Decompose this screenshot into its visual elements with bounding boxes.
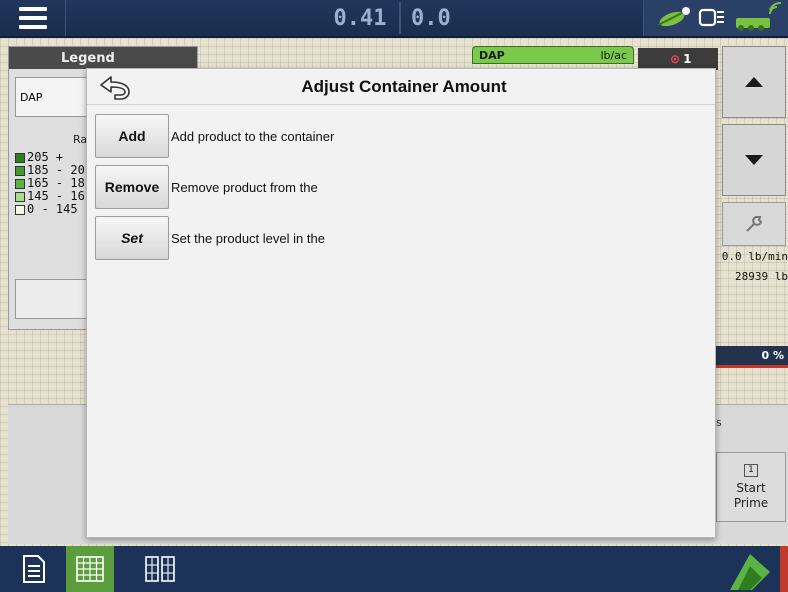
map-product-tab[interactable]: DAP lb/ac bbox=[472, 46, 634, 64]
summary-view-button[interactable] bbox=[10, 546, 58, 592]
gps-satellite-icon bbox=[657, 7, 690, 27]
legend-range-label: 0 - 145 bbox=[27, 202, 78, 216]
legend-range-list: 205 + 185 - 20 165 - 18 145 - 16 0 - 145 bbox=[15, 151, 85, 216]
arrow-down-icon bbox=[745, 155, 763, 165]
display-connection-icon bbox=[698, 8, 724, 27]
grid-icon bbox=[76, 556, 104, 582]
rate-down-button[interactable] bbox=[722, 124, 786, 196]
right-control-column bbox=[722, 46, 788, 246]
legend-swatch bbox=[15, 178, 25, 189]
option-row-add: Add Add product to the container bbox=[95, 114, 334, 158]
flow-rate-readout: 0.0 lb/min bbox=[721, 250, 788, 263]
prime-number-badge: 1 bbox=[744, 463, 758, 477]
back-button[interactable] bbox=[93, 73, 137, 103]
prime-label-line1: Start bbox=[736, 480, 766, 495]
add-button[interactable]: Add bbox=[95, 114, 169, 158]
remove-button[interactable]: Remove bbox=[95, 165, 169, 209]
back-arrow-icon bbox=[100, 76, 130, 100]
dialog-title: Adjust Container Amount bbox=[301, 76, 507, 96]
hamburger-menu-icon[interactable] bbox=[0, 0, 66, 36]
map-tab-product: DAP bbox=[479, 48, 505, 62]
map-tab-unit: lb/ac bbox=[600, 48, 627, 62]
alarm-indicator[interactable]: ⊙ 1 bbox=[638, 48, 718, 70]
legend-product-select[interactable]: DAP bbox=[15, 77, 89, 117]
set-description: Set the product level in the bbox=[171, 230, 325, 246]
product-settings-button[interactable] bbox=[722, 202, 786, 246]
truncated-label: s bbox=[716, 416, 722, 429]
alarm-count: 1 bbox=[683, 52, 692, 66]
legend-swatch bbox=[15, 165, 25, 176]
run-status-area[interactable] bbox=[722, 546, 788, 592]
remove-description: Remove product from the bbox=[171, 179, 318, 195]
dialog-header: Adjust Container Amount bbox=[87, 69, 715, 105]
wrench-icon bbox=[746, 216, 763, 232]
split-view-button[interactable] bbox=[136, 546, 184, 592]
legend-row: 0 - 145 bbox=[15, 203, 85, 216]
legend-swatch bbox=[15, 204, 25, 215]
field-run-icon bbox=[730, 546, 788, 592]
implement-signal-icon bbox=[736, 1, 782, 31]
alarm-icon: ⊙ bbox=[670, 52, 681, 66]
legend-swatch bbox=[15, 191, 25, 202]
applied-rate-readout: 0.41 bbox=[333, 5, 387, 31]
start-prime-button[interactable]: 1 Start Prime bbox=[716, 452, 786, 522]
target-rate-readout: 0.0 bbox=[399, 2, 479, 34]
container-weight-readout: 28939 lb bbox=[735, 270, 788, 283]
option-row-set: Set Set the product level in the bbox=[95, 216, 325, 260]
split-grid-icon bbox=[145, 556, 175, 582]
document-icon bbox=[23, 555, 45, 583]
arrow-up-icon bbox=[745, 77, 763, 87]
adjust-container-dialog: Adjust Container Amount Add Add product … bbox=[86, 68, 716, 538]
container-level-bar: 0 % bbox=[716, 346, 788, 368]
set-button[interactable]: Set bbox=[95, 216, 169, 260]
legend-swatch bbox=[15, 152, 25, 163]
legend-title: Legend bbox=[9, 47, 197, 69]
rate-up-button[interactable] bbox=[722, 46, 786, 118]
option-row-remove: Remove Remove product from the bbox=[95, 165, 318, 209]
top-status-bar: 0.41 0.0 bbox=[0, 0, 788, 38]
map-view-button[interactable] bbox=[66, 546, 114, 592]
prime-label-line2: Prime bbox=[733, 495, 769, 510]
bottom-nav-bar bbox=[0, 546, 788, 592]
status-icons-area[interactable] bbox=[643, 0, 788, 36]
add-description: Add product to the container bbox=[171, 128, 335, 144]
